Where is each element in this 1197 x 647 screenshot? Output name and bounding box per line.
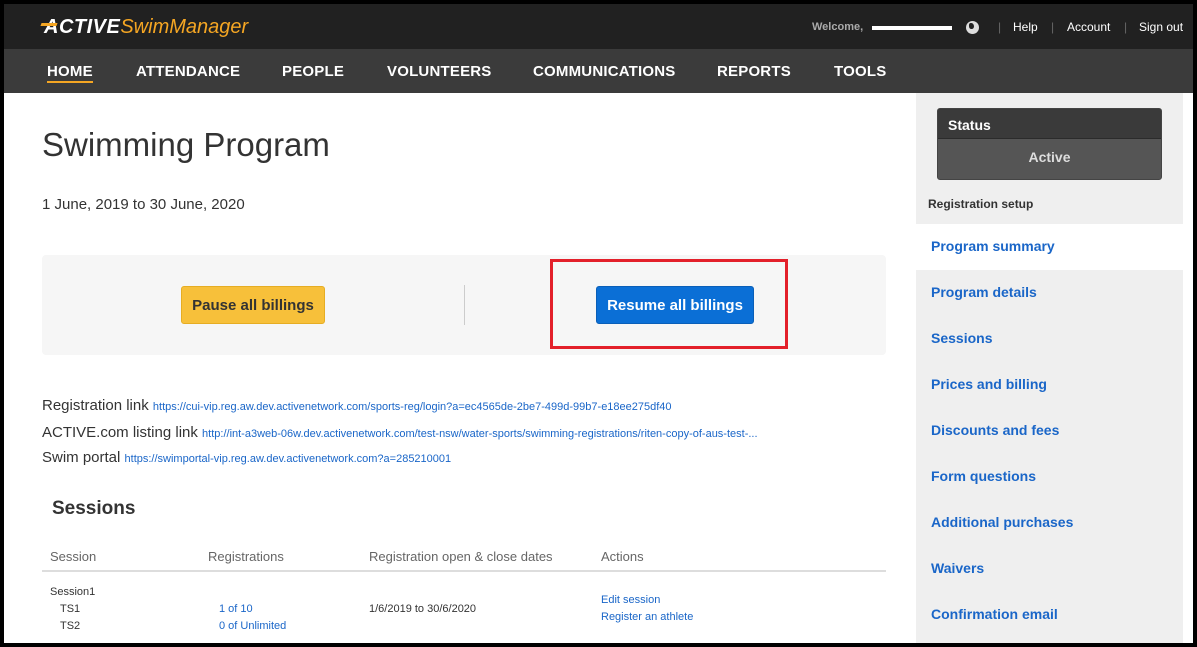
status-card: Status Active bbox=[937, 108, 1162, 180]
logo[interactable]: ACTIVESwimManager bbox=[40, 16, 249, 38]
sidebar-item-sessions[interactable]: Sessions bbox=[916, 316, 1183, 362]
register-athlete-link[interactable]: Register an athlete bbox=[601, 611, 693, 623]
sidebar-item-label: Additional purchases bbox=[931, 514, 1074, 530]
separator: | bbox=[1051, 20, 1055, 34]
separator: | bbox=[1124, 20, 1128, 34]
sidebar-item-program-details[interactable]: Program details bbox=[916, 270, 1183, 316]
welcome-text: Welcome, bbox=[812, 21, 864, 33]
sidebar-item-form-questions[interactable]: Form questions bbox=[916, 454, 1183, 500]
sub-session-name: TS1 bbox=[60, 603, 81, 615]
top-bar: ACTIVESwimManager Welcome, | Help | Acco… bbox=[4, 4, 1193, 49]
swim-portal-link[interactable]: https://swimportal-vip.reg.aw.dev.active… bbox=[125, 453, 452, 465]
sidebar-item-label: Form questions bbox=[931, 468, 1037, 484]
session-name: Session1 bbox=[50, 586, 96, 598]
sidebar-item-label: Discounts and fees bbox=[931, 422, 1060, 438]
registration-link[interactable]: https://cui-vip.reg.aw.dev.activenetwork… bbox=[153, 401, 672, 413]
globe-icon[interactable] bbox=[966, 21, 979, 34]
sidebar-item-label: Program summary bbox=[931, 238, 1055, 254]
sessions-heading: Sessions bbox=[52, 498, 136, 519]
registration-link-label: Registration link bbox=[42, 397, 149, 414]
sidebar-item-label: Program details bbox=[931, 284, 1037, 300]
logo-swoosh-icon bbox=[40, 23, 58, 26]
sidebar-item-label: Sessions bbox=[931, 330, 993, 346]
edit-session-link[interactable]: Edit session bbox=[601, 594, 660, 606]
redacted-username bbox=[872, 26, 952, 30]
column-header-session: Session bbox=[50, 549, 97, 564]
sidebar-item-label: Waivers bbox=[931, 560, 985, 576]
column-header-registrations: Registrations bbox=[208, 549, 284, 564]
divider bbox=[464, 285, 465, 325]
nav-reports[interactable]: REPORTS bbox=[717, 63, 791, 80]
swim-portal-link-row: Swim portal https://swimportal-vip.reg.a… bbox=[42, 449, 451, 466]
registration-count-link[interactable]: 0 of Unlimited bbox=[219, 620, 286, 632]
column-header-dates: Registration open & close dates bbox=[369, 549, 553, 564]
sidebar-item-additional-purchases[interactable]: Additional purchases bbox=[916, 500, 1183, 546]
column-header-actions: Actions bbox=[601, 549, 644, 564]
pause-all-billings-button[interactable]: Pause all billings bbox=[181, 286, 325, 324]
sidebar-item-discounts-and-fees[interactable]: Discounts and fees bbox=[916, 408, 1183, 454]
main-nav: HOME ATTENDANCE PEOPLE VOLUNTEERS COMMUN… bbox=[4, 49, 1193, 93]
sidebar-item-program-summary[interactable]: Program summary bbox=[916, 224, 1183, 270]
active-listing-link-row: ACTIVE.com listing link http://int-a3web… bbox=[42, 424, 758, 441]
logo-product-text: SwimManager bbox=[120, 16, 249, 38]
program-date-range: 1 June, 2019 to 30 June, 2020 bbox=[42, 196, 245, 213]
account-link[interactable]: Account bbox=[1067, 20, 1110, 34]
registration-link-row: Registration link https://cui-vip.reg.aw… bbox=[42, 397, 672, 414]
divider bbox=[42, 570, 886, 572]
app-window: ACTIVESwimManager Welcome, | Help | Acco… bbox=[4, 4, 1193, 643]
nav-communications[interactable]: COMMUNICATIONS bbox=[533, 63, 676, 80]
sidebar-item-waivers[interactable]: Waivers bbox=[916, 546, 1183, 592]
nav-volunteers[interactable]: VOLUNTEERS bbox=[387, 63, 492, 80]
nav-people[interactable]: PEOPLE bbox=[282, 63, 344, 80]
registration-setup-heading: Registration setup bbox=[928, 197, 1034, 211]
sidebar: Status Active Registration setup Program… bbox=[916, 93, 1183, 643]
swim-portal-link-label: Swim portal bbox=[42, 449, 121, 466]
status-header: Status bbox=[938, 109, 1161, 139]
highlight-annotation bbox=[550, 259, 788, 349]
nav-tools[interactable]: TOOLS bbox=[834, 63, 886, 80]
page-title: Swimming Program bbox=[42, 126, 330, 163]
session-dates: 1/6/2019 to 30/6/2020 bbox=[369, 603, 477, 615]
active-listing-link[interactable]: http://int-a3web-06w.dev.activenetwork.c… bbox=[202, 428, 758, 440]
sidebar-item-label: Confirmation email bbox=[931, 606, 1058, 622]
active-listing-link-label: ACTIVE.com listing link bbox=[42, 424, 198, 441]
sign-out-link[interactable]: Sign out bbox=[1139, 20, 1183, 34]
separator: | bbox=[998, 20, 1002, 34]
registration-count-link[interactable]: 1 of 10 bbox=[219, 603, 253, 615]
sub-session-name: TS2 bbox=[60, 620, 81, 632]
status-title: Status bbox=[948, 117, 991, 133]
nav-home[interactable]: HOME bbox=[47, 63, 93, 83]
sidebar-item-confirmation-email[interactable]: Confirmation email bbox=[916, 592, 1183, 638]
logo-active-text: ACTIVE bbox=[44, 16, 121, 38]
status-value: Active bbox=[1028, 149, 1071, 165]
nav-attendance[interactable]: ATTENDANCE bbox=[136, 63, 240, 80]
help-link[interactable]: Help bbox=[1013, 20, 1038, 34]
sidebar-item-label: Prices and billing bbox=[931, 376, 1047, 392]
sidebar-item-prices-and-billing[interactable]: Prices and billing bbox=[916, 362, 1183, 408]
